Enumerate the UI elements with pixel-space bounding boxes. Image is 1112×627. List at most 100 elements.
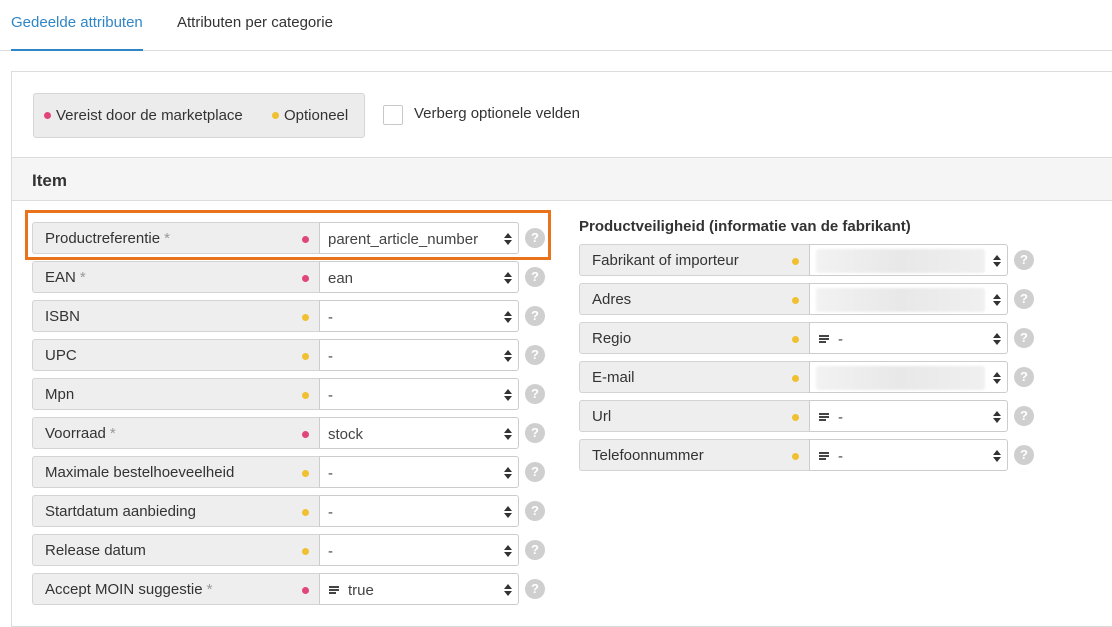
attribute-select[interactable]	[809, 361, 1008, 393]
attribute-row: UPC -?	[32, 339, 545, 371]
select-arrows-icon	[504, 272, 512, 284]
help-icon[interactable]: ?	[1014, 367, 1034, 387]
attribute-select[interactable]: stock	[319, 417, 519, 449]
attribute-row: Accept MOIN suggestie * true?	[32, 573, 545, 605]
hide-optional-checkbox[interactable]	[383, 105, 403, 125]
attribute-value: -	[328, 504, 333, 521]
attribute-row: ISBN -?	[32, 300, 545, 332]
text-line	[329, 586, 339, 588]
text-line	[819, 413, 829, 415]
attribute-label: Maximale bestelhoeveelheid	[45, 464, 234, 481]
attribute-label-cell: EAN *	[32, 261, 319, 293]
text-lines-icon	[819, 452, 829, 461]
attribute-label-text: Telefoonnummer	[592, 447, 704, 464]
attribute-label: EAN *	[45, 269, 86, 286]
help-icon[interactable]: ?	[525, 267, 545, 287]
required-marker: *	[79, 269, 86, 286]
help-icon[interactable]: ?	[1014, 289, 1034, 309]
attribute-value: -	[838, 331, 843, 348]
attribute-select[interactable]: -	[319, 339, 519, 371]
select-arrows-icon	[993, 294, 1001, 306]
attribute-label-cell: E-mail	[579, 361, 809, 393]
attribute-label-cell: Regio	[579, 322, 809, 354]
section-title: Item	[32, 171, 67, 190]
required-dot-icon	[302, 587, 309, 594]
attribute-select[interactable]	[809, 283, 1008, 315]
attribute-value: true	[348, 582, 374, 599]
help-icon[interactable]: ?	[525, 501, 545, 521]
text-line	[329, 589, 339, 591]
attribute-label-cell: Voorraad *	[32, 417, 319, 449]
attribute-select[interactable]: -	[809, 439, 1008, 471]
attribute-label: Release datum	[45, 542, 146, 559]
attribute-row: Maximale bestelhoeveelheid -?	[32, 456, 545, 488]
help-icon[interactable]: ?	[1014, 250, 1034, 270]
help-icon[interactable]: ?	[525, 384, 545, 404]
legend-optional-label: Optioneel	[284, 107, 349, 124]
tab-attributen-per-categorie[interactable]: Attributen per categorie	[177, 14, 333, 51]
redacted-value	[816, 366, 985, 390]
select-arrows-icon	[504, 545, 512, 557]
attribute-label: Startdatum aanbieding	[45, 503, 196, 520]
tab-gedeelde-attributen[interactable]: Gedeelde attributen	[11, 14, 143, 51]
attribute-label-cell: Mpn	[32, 378, 319, 410]
text-line	[329, 592, 336, 594]
help-icon[interactable]: ?	[1014, 328, 1034, 348]
help-icon[interactable]: ?	[525, 462, 545, 482]
attribute-label-cell: Startdatum aanbieding	[32, 495, 319, 527]
attribute-row: Url -?	[579, 400, 1034, 432]
required-marker: *	[109, 425, 116, 442]
optional-dot-icon	[792, 453, 799, 460]
text-lines-icon	[819, 335, 829, 344]
redacted-value	[816, 249, 985, 273]
attribute-label-cell: Fabrikant of importeur	[579, 244, 809, 276]
highlight-box	[25, 210, 551, 260]
attribute-select[interactable]: -	[319, 534, 519, 566]
attribute-select[interactable]: ean	[319, 261, 519, 293]
help-icon[interactable]: ?	[525, 345, 545, 365]
attribute-label: Accept MOIN suggestie *	[45, 581, 212, 598]
help-icon[interactable]: ?	[525, 540, 545, 560]
attribute-label: Fabrikant of importeur	[592, 252, 739, 269]
attribute-label-text: ISBN	[45, 308, 81, 325]
select-arrows-icon	[504, 311, 512, 323]
attribute-value: -	[328, 348, 333, 365]
attribute-select[interactable]: -	[319, 378, 519, 410]
text-line	[819, 335, 829, 337]
help-icon[interactable]: ?	[1014, 445, 1034, 465]
select-arrows-icon	[504, 506, 512, 518]
text-lines-icon	[819, 413, 829, 422]
attribute-label-text: Startdatum aanbieding	[45, 503, 196, 520]
attribute-label: Regio	[592, 330, 631, 347]
optional-dot-icon	[302, 392, 309, 399]
help-icon[interactable]: ?	[525, 423, 545, 443]
attribute-label-text: Accept MOIN suggestie	[45, 581, 203, 598]
text-line	[819, 452, 829, 454]
legend: Vereist door de marketplace Optioneel	[33, 93, 365, 138]
attribute-select[interactable]: -	[319, 300, 519, 332]
attribute-select[interactable]: -	[319, 495, 519, 527]
attribute-select[interactable]	[809, 244, 1008, 276]
attribute-select[interactable]: -	[319, 456, 519, 488]
help-icon[interactable]: ?	[525, 306, 545, 326]
legend-required-label: Vereist door de marketplace	[56, 107, 243, 124]
attribute-row: EAN * ean?	[32, 261, 545, 293]
attribute-row: Release datum -?	[32, 534, 545, 566]
help-icon[interactable]: ?	[1014, 406, 1034, 426]
attribute-value: stock	[328, 426, 364, 443]
help-icon[interactable]: ?	[525, 579, 545, 599]
attribute-label-text: Fabrikant of importeur	[592, 252, 739, 269]
attribute-select[interactable]: -	[809, 322, 1008, 354]
select-arrows-icon	[993, 450, 1001, 462]
hide-optional-label[interactable]: Verberg optionele velden	[414, 105, 580, 122]
attribute-row: Fabrikant of importeur?	[579, 244, 1034, 276]
attribute-select[interactable]: -	[809, 400, 1008, 432]
attribute-label: Url	[592, 408, 611, 425]
attribute-select[interactable]: true	[319, 573, 519, 605]
attribute-label-text: Voorraad	[45, 425, 106, 442]
required-dot-icon	[44, 111, 51, 119]
attribute-label: Adres	[592, 291, 631, 308]
optional-dot-icon	[272, 111, 279, 119]
attribute-label-cell: Release datum	[32, 534, 319, 566]
text-line	[819, 416, 829, 418]
